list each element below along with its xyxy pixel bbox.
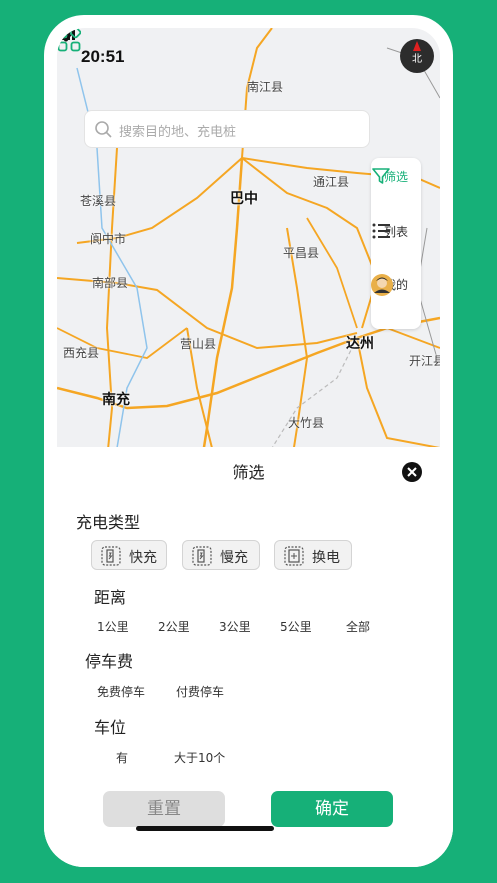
place-langzhong: 阆中市	[90, 232, 127, 246]
battery-swap-icon	[284, 546, 304, 566]
mine-button[interactable]: 我的	[371, 274, 421, 296]
filter-button[interactable]: 筛选	[371, 166, 421, 185]
chip-battery-swap[interactable]: 换电	[274, 540, 352, 570]
option-3km[interactable]: 3公里	[219, 618, 251, 635]
option-2km[interactable]: 2公里	[158, 618, 190, 635]
reset-button[interactable]: 重置	[103, 791, 225, 827]
chip-slow-charge-label: 慢充	[220, 550, 248, 566]
distance-title: 距离	[94, 588, 127, 607]
option-free-parking[interactable]: 免费停车	[97, 683, 145, 700]
charger-icon	[192, 546, 212, 566]
status-time: 20:51	[81, 47, 125, 66]
place-bazhong: 巴中	[230, 191, 258, 207]
place-nanjiang: 南江县	[247, 80, 284, 94]
search-icon	[95, 121, 112, 138]
compass-label: 北	[412, 54, 422, 65]
place-dazhou: 达州	[346, 336, 374, 352]
parking-space-title: 车位	[94, 718, 127, 737]
option-more-than-10[interactable]: 大于10个	[174, 749, 225, 766]
place-kaijiang: 开江县	[409, 354, 440, 368]
filter-icon	[372, 168, 390, 184]
option-1km[interactable]: 1公里	[97, 618, 129, 635]
place-nanbu: 南部县	[92, 276, 129, 290]
list-icon	[372, 223, 390, 239]
option-available[interactable]: 有	[116, 749, 128, 766]
search-input[interactable]: 搜索目的地、充电桩	[84, 110, 370, 148]
place-pingchang: 平昌县	[283, 246, 320, 260]
place-dazhu: 大竹县	[288, 416, 325, 430]
filter-sheet: 筛选 充电类型 快充 慢充 换电 距离 1公里 2公里 3公里 5公里 全部 停…	[44, 447, 453, 867]
avatar	[371, 274, 393, 296]
place-nanchong: 南充	[102, 392, 130, 408]
charger-icon	[101, 546, 121, 566]
map-view[interactable]: 南江县 苍溪县 巴中 通江县 阆中市 平昌县 南部县 达州 西充县 营山县 开江…	[57, 28, 440, 460]
option-paid-parking[interactable]: 付费停车	[176, 683, 224, 700]
option-all[interactable]: 全部	[346, 618, 370, 635]
place-cangxi: 苍溪县	[80, 194, 117, 208]
phone-screen: 南江县 苍溪县 巴中 通江县 阆中市 平昌县 南部县 达州 西充县 营山县 开江…	[44, 15, 453, 867]
chip-battery-swap-label: 换电	[312, 550, 340, 566]
close-icon	[407, 467, 417, 477]
chip-slow-charge[interactable]: 慢充	[182, 540, 260, 570]
search-placeholder: 搜索目的地、充电桩	[119, 125, 237, 140]
place-yingshan: 营山县	[180, 337, 217, 351]
parking-fee-title: 停车费	[85, 652, 134, 671]
charge-type-title: 充电类型	[76, 513, 141, 532]
home-indicator	[136, 826, 274, 831]
place-xichong: 西充县	[63, 346, 100, 360]
side-panel: 筛选 列表 我的	[371, 158, 421, 329]
list-button[interactable]: 列表	[371, 221, 421, 240]
compass-icon[interactable]: 北	[400, 39, 434, 73]
option-5km[interactable]: 5公里	[280, 618, 312, 635]
sheet-title: 筛选	[232, 463, 265, 482]
chip-fast-charge[interactable]: 快充	[91, 540, 167, 570]
status-bar: 20:51 北	[57, 28, 440, 73]
close-button[interactable]	[402, 462, 422, 482]
chip-fast-charge-label: 快充	[129, 550, 157, 566]
confirm-button[interactable]: 确定	[271, 791, 393, 827]
apps-grid-icon[interactable]	[57, 28, 81, 52]
place-tongjiang: 通江县	[313, 175, 350, 189]
